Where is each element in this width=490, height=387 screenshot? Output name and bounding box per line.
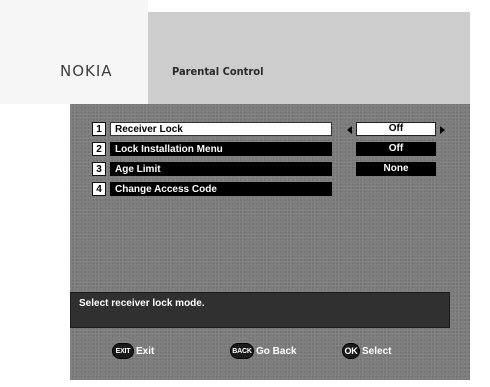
menu-item-number: 2 bbox=[92, 142, 106, 156]
select-button[interactable]: OK Select bbox=[342, 343, 391, 359]
nokia-logo: NOKIA bbox=[60, 62, 113, 80]
age-limit-value[interactable]: None bbox=[356, 162, 436, 176]
help-text: Select receiver lock mode. bbox=[79, 298, 205, 309]
header-left-area bbox=[0, 0, 148, 104]
receiver-lock-value[interactable]: Off bbox=[356, 122, 436, 136]
back-key-icon: BACK bbox=[230, 343, 254, 359]
go-back-label: Go Back bbox=[256, 345, 297, 357]
menu-item-change-access-code[interactable]: 4 Change Access Code bbox=[92, 182, 332, 196]
menu-item-age-limit[interactable]: 3 Age Limit bbox=[92, 162, 332, 176]
exit-label: Exit bbox=[136, 345, 155, 357]
left-arrow-icon[interactable] bbox=[347, 126, 352, 134]
ok-key-icon: OK bbox=[342, 343, 360, 359]
menu-item-label: Receiver Lock bbox=[110, 122, 332, 136]
menu-item-number: 3 bbox=[92, 162, 106, 176]
right-arrow-icon[interactable] bbox=[440, 126, 445, 134]
exit-key-icon: EXIT bbox=[112, 343, 134, 359]
go-back-button[interactable]: BACK Go Back bbox=[230, 343, 297, 359]
exit-button[interactable]: EXIT Exit bbox=[112, 343, 154, 359]
menu-item-number: 4 bbox=[92, 182, 106, 196]
menu-item-label: Change Access Code bbox=[110, 182, 332, 196]
header-title-area bbox=[148, 12, 470, 104]
page-title: Parental Control bbox=[172, 65, 264, 78]
menu-item-lock-installation-menu[interactable]: 2 Lock Installation Menu bbox=[92, 142, 332, 156]
menu-item-label: Age Limit bbox=[110, 162, 332, 176]
menu-item-label: Lock Installation Menu bbox=[110, 142, 332, 156]
menu-item-number: 1 bbox=[92, 122, 106, 136]
lock-installation-menu-value[interactable]: Off bbox=[356, 142, 436, 156]
help-box: Select receiver lock mode. bbox=[70, 292, 450, 328]
menu-item-receiver-lock[interactable]: 1 Receiver Lock bbox=[92, 122, 332, 136]
select-label: Select bbox=[362, 345, 392, 357]
